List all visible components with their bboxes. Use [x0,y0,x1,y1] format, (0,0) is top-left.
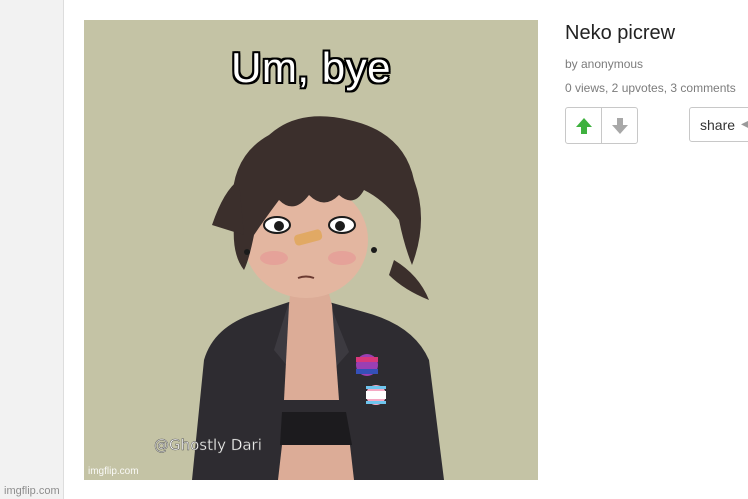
post-title: Neko picrew [565,22,676,44]
crop-top [280,412,352,445]
chevron-left-icon: ◀ [741,119,748,130]
vote-controls [565,107,638,144]
arrow-up-icon [575,117,592,134]
share-button[interactable]: share ◀ [689,107,748,142]
left-rail [0,0,64,499]
arrow-down-icon [611,117,628,134]
meme-image[interactable]: @Ghostly Dari Um, bye imgflip.com [84,20,538,480]
site-watermark: imgflip.com [4,485,60,497]
post-stats: 0 views, 2 upvotes, 3 comments [565,81,736,95]
downvote-button[interactable] [601,108,637,143]
post-author[interactable]: by anonymous [565,57,748,71]
post-sidebar: Neko picrew by anonymous 0 views, 2 upvo… [565,22,748,144]
meme-watermark: imgflip.com [88,466,139,477]
artist-signature: @Ghostly Dari [154,436,262,454]
upvote-button[interactable] [566,108,601,143]
share-label: share [700,116,736,133]
meme-caption: Um, bye [231,44,391,91]
